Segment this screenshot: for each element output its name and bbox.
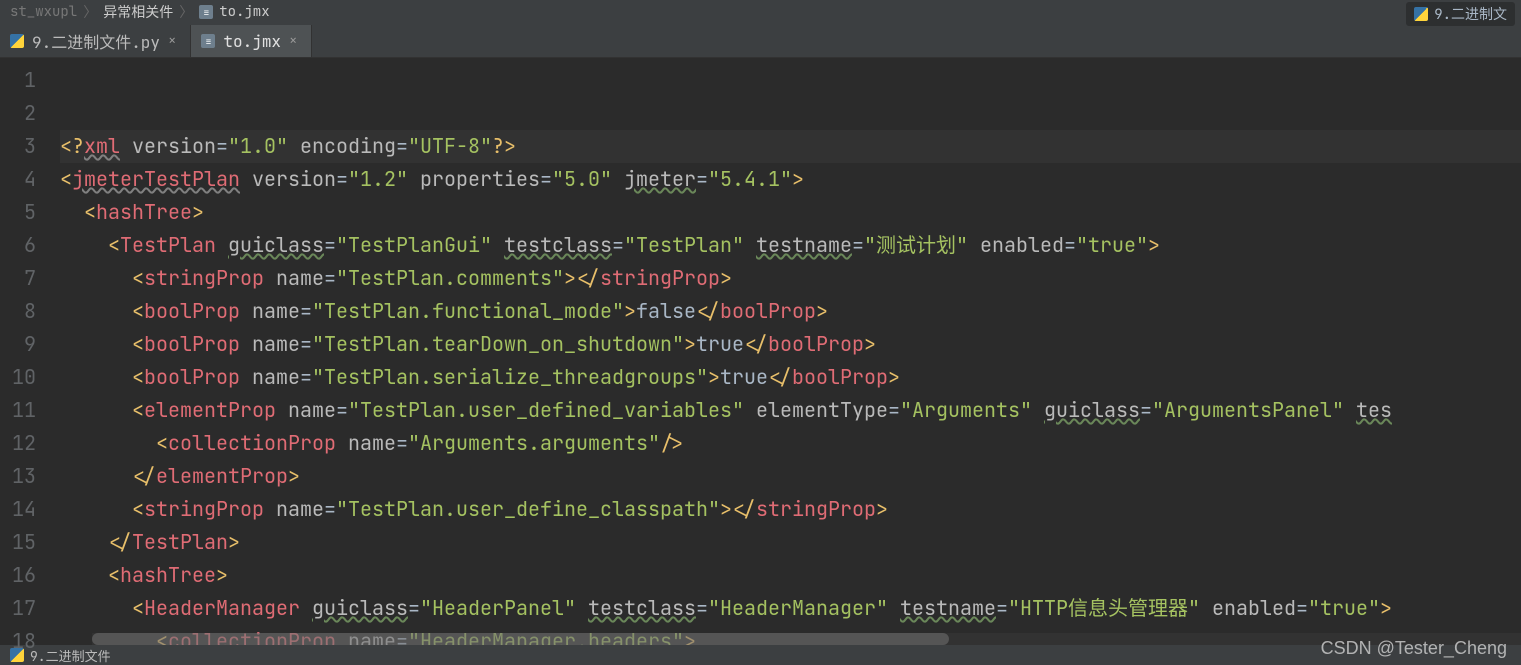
editor-pane: 123456789101112131415161718 <?xml versio… (0, 58, 1521, 645)
line-number: 16 (0, 559, 36, 592)
close-icon[interactable]: × (289, 32, 297, 50)
line-number: 2 (0, 97, 36, 130)
line-number: 10 (0, 361, 36, 394)
code-line[interactable]: <?xml version="1.0" encoding="UTF-8"?> (60, 130, 1521, 163)
code-line[interactable]: <HeaderManager guiclass="HeaderPanel" te… (60, 592, 1521, 625)
status-file-label[interactable]: 9.二进制文件 (30, 646, 111, 665)
watermark-text: CSDN @Tester_Cheng (1321, 638, 1507, 659)
breadcrumb-folder[interactable]: 异常相关件 (103, 2, 173, 22)
line-number: 14 (0, 493, 36, 526)
code-line[interactable]: <stringProp name="TestPlan.user_define_c… (60, 493, 1521, 526)
tab-label: to.jmx (223, 31, 281, 52)
line-number: 18 (0, 625, 36, 658)
line-number: 6 (0, 229, 36, 262)
code-line[interactable]: <hashTree> (60, 559, 1521, 592)
line-number: 8 (0, 295, 36, 328)
chevron-right-icon: 〉 (83, 2, 97, 22)
code-line[interactable]: <elementProp name="TestPlan.user_defined… (60, 394, 1521, 427)
code-line[interactable]: <hashTree> (60, 196, 1521, 229)
xml-file-icon: ≡ (199, 5, 213, 19)
line-number: 5 (0, 196, 36, 229)
code-line[interactable]: </elementProp> (60, 460, 1521, 493)
code-line[interactable]: <jmeterTestPlan version="1.2" properties… (60, 163, 1521, 196)
status-bar: 9.二进制文件 (0, 645, 1521, 665)
line-number: 4 (0, 163, 36, 196)
line-number: 11 (0, 394, 36, 427)
code-area[interactable]: <?xml version="1.0" encoding="UTF-8"?><j… (46, 58, 1521, 645)
line-number: 12 (0, 427, 36, 460)
chevron-right-icon: 〉 (179, 2, 193, 22)
breadcrumb-bar: st_wxupl 〉 异常相关件 〉 ≡ to.jmx (0, 0, 1521, 24)
code-line[interactable]: <collectionProp name="Arguments.argument… (60, 427, 1521, 460)
close-icon[interactable]: × (168, 32, 176, 50)
code-line[interactable]: </TestPlan> (60, 526, 1521, 559)
horizontal-scrollbar[interactable] (92, 633, 1521, 645)
line-number: 15 (0, 526, 36, 559)
line-number: 17 (0, 592, 36, 625)
tab-to-jmx[interactable]: ≡ to.jmx × (191, 25, 312, 57)
breadcrumb-file[interactable]: to.jmx (219, 3, 269, 21)
tab-label: 9.二进制文件.py (32, 29, 160, 53)
scrollbar-thumb[interactable] (92, 633, 949, 645)
code-line[interactable]: <boolProp name="TestPlan.serialize_threa… (60, 361, 1521, 394)
python-icon (10, 34, 24, 48)
run-config-selector[interactable]: 9.二进制文 (1406, 2, 1515, 26)
line-number: 9 (0, 328, 36, 361)
run-config-label: 9.二进制文 (1434, 4, 1507, 24)
code-line[interactable]: <TestPlan guiclass="TestPlanGui" testcla… (60, 229, 1521, 262)
tab-9-py[interactable]: 9.二进制文件.py × (0, 25, 191, 57)
python-icon (1414, 7, 1428, 21)
xml-file-icon: ≡ (201, 34, 215, 48)
code-line[interactable]: <boolProp name="TestPlan.functional_mode… (60, 295, 1521, 328)
line-number: 13 (0, 460, 36, 493)
line-number: 1 (0, 64, 36, 97)
line-number: 7 (0, 262, 36, 295)
code-line[interactable]: <stringProp name="TestPlan.comments"></s… (60, 262, 1521, 295)
breadcrumb-root[interactable]: st_wxupl (10, 3, 77, 21)
code-line[interactable]: <boolProp name="TestPlan.tearDown_on_shu… (60, 328, 1521, 361)
line-number: 3 (0, 130, 36, 163)
line-number-gutter: 123456789101112131415161718 (0, 58, 46, 645)
editor-tab-bar: 9.二进制文件.py × ≡ to.jmx × (0, 24, 1521, 58)
